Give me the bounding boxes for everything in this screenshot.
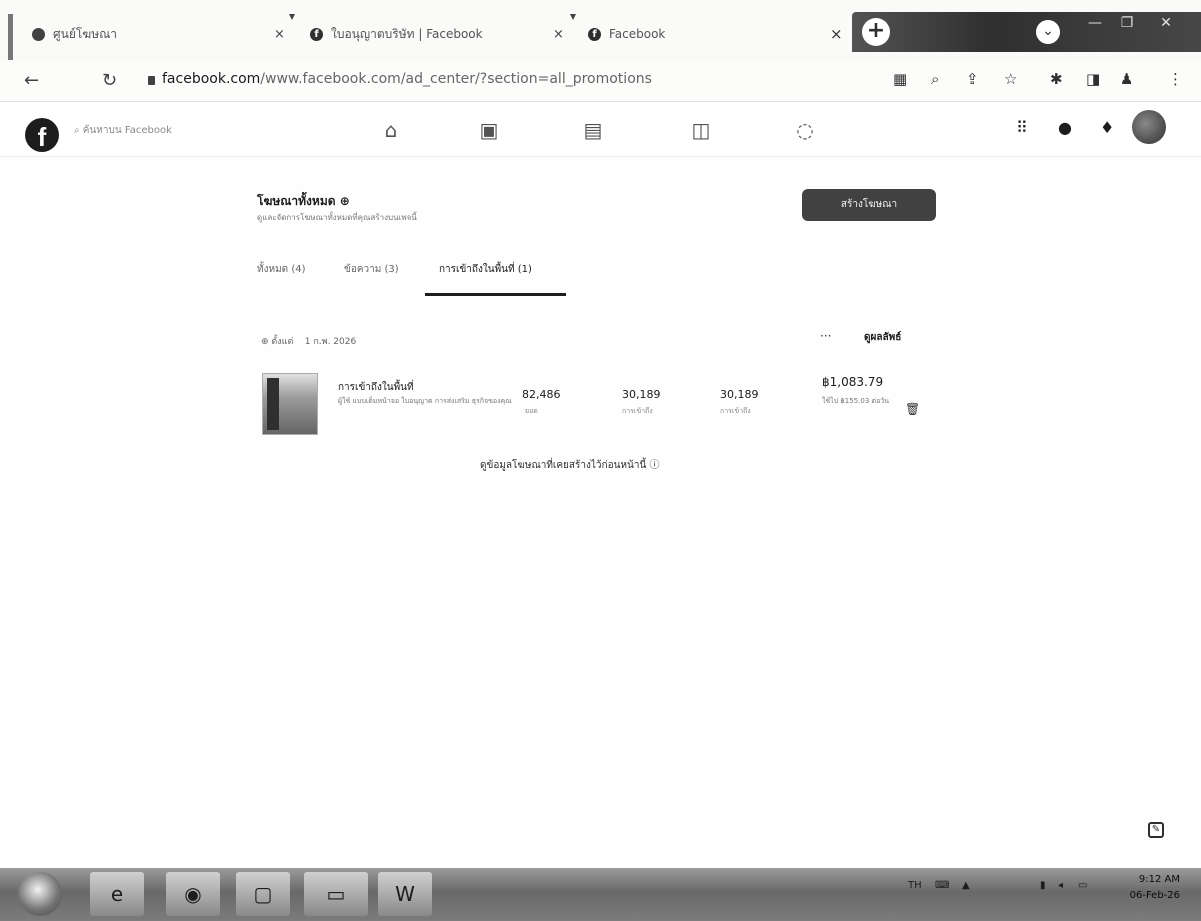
word-icon[interactable]: W: [378, 872, 432, 916]
file-explorer-icon[interactable]: ▭: [304, 872, 368, 916]
filter-date: 1 ก.พ. 2026: [304, 337, 357, 347]
minimize-button[interactable]: —: [1080, 12, 1110, 34]
close-tab-icon[interactable]: ×: [553, 27, 564, 42]
metric-label: ยอด: [525, 407, 538, 415]
chrome-icon[interactable]: ◉: [166, 872, 220, 916]
app-icon[interactable]: ▢: [236, 872, 290, 916]
share-icon[interactable]: ⇪: [966, 70, 979, 88]
metric-label: การเข้าถึง: [720, 407, 751, 415]
notifications-bell-icon[interactable]: ♦: [1100, 118, 1114, 137]
ad-thumbnail[interactable]: [262, 373, 318, 435]
marketplace-icon[interactable]: ▤: [578, 116, 608, 144]
close-tab-icon[interactable]: ×: [274, 27, 285, 42]
video-icon[interactable]: ▣: [474, 116, 504, 144]
maximize-button[interactable]: ❐: [1112, 12, 1142, 34]
screen: ศูนย์โฆษณา × f ใบอนุญาตบริษัท | Facebook…: [0, 0, 1201, 921]
page-subtitle: ดูและจัดการโฆษณาทั้งหมดที่คุณสร้างบนเพจน…: [257, 213, 417, 222]
tab-messages[interactable]: ข้อความ (3): [344, 262, 399, 277]
system-clock[interactable]: 9:12 AM 06-Feb-26: [1120, 872, 1180, 904]
tab-title: ใบอนุญาตบริษัท | Facebook: [331, 26, 483, 41]
delete-icon[interactable]: 🗑: [905, 402, 920, 416]
tab-search-button[interactable]: ⌄: [1036, 20, 1060, 44]
facebook-search-input[interactable]: ⌕ ค้นหาบน Facebook: [74, 120, 224, 142]
metric-value: 82,486: [522, 388, 561, 401]
translate-icon[interactable]: ▦: [893, 70, 907, 88]
close-window-button[interactable]: ✕: [1146, 12, 1186, 34]
start-button[interactable]: [18, 872, 62, 916]
show-hidden-icons-icon[interactable]: ▲: [962, 880, 970, 891]
browser-tab-2[interactable]: f ใบอนุญาตบริษัท | Facebook: [310, 16, 550, 52]
profile-icon[interactable]: ♟: [1120, 70, 1133, 88]
zoom-icon[interactable]: ⌕: [931, 70, 939, 88]
clock-time: 9:12 AM: [1138, 874, 1180, 885]
ad-description: ผู้ใช้ แบบเต็มหน้าจอ ใบอนุญาต การส่งเสริ…: [338, 397, 512, 405]
facebook-logo-icon[interactable]: f: [25, 118, 59, 152]
action-center-icon[interactable]: ▭: [1078, 880, 1087, 891]
messenger-icon[interactable]: ●: [1058, 118, 1072, 137]
compose-message-icon[interactable]: ✎: [1148, 822, 1164, 838]
date-filter[interactable]: ⊕ ตั้งแต่ 1 ก.พ. 2026: [261, 334, 356, 348]
url-field[interactable]: facebook.com/www.facebook.com/ad_center/…: [162, 71, 652, 87]
browser-tab-1[interactable]: ศูนย์โฆษณา: [32, 16, 282, 52]
ad-title[interactable]: การเข้าถึงในพื้นที่: [338, 380, 414, 395]
menu-grid-icon[interactable]: ⠿: [1016, 118, 1028, 137]
ad-spend-amount: ฿1,083.79: [822, 375, 884, 389]
internet-explorer-icon[interactable]: e: [90, 872, 144, 916]
bookmark-star-icon[interactable]: ☆: [1004, 70, 1017, 88]
menu-kebab-icon[interactable]: ⋮: [1168, 70, 1183, 88]
url-path: /www.facebook.com/ad_center/?section=all…: [260, 71, 652, 87]
tab-divider-icon: [289, 14, 295, 20]
new-tab-button[interactable]: +: [862, 18, 890, 46]
reload-icon[interactable]: ↻: [102, 70, 117, 91]
metric-value: 30,189: [720, 388, 759, 401]
network-icon[interactable]: ▮: [1040, 880, 1046, 891]
more-options-button[interactable]: ···: [820, 329, 831, 343]
clock-date: 06-Feb-26: [1129, 890, 1180, 901]
settings-favicon-icon: [32, 27, 45, 41]
ad-spend-detail: ใช้ไป ฿155.03 ต่อวัน: [822, 397, 889, 405]
tab-divider-icon: [570, 14, 576, 20]
page-title: โฆษณาทั้งหมด ⊕: [257, 194, 350, 208]
close-tab-icon[interactable]: ×: [830, 25, 843, 43]
create-ad-button[interactable]: สร้างโฆษณา: [802, 189, 936, 221]
side-panel-icon[interactable]: ◨: [1086, 70, 1100, 88]
url-domain: facebook.com: [162, 71, 261, 87]
metric-label: การเข้าถึง: [622, 407, 653, 415]
language-indicator[interactable]: TH: [908, 880, 922, 891]
tab-local-reach[interactable]: การเข้าถึงในพื้นที่ (1): [439, 262, 532, 277]
search-placeholder: ค้นหาบน Facebook: [82, 125, 172, 136]
groups-icon[interactable]: ◫: [686, 116, 716, 144]
filter-label: ⊕ ตั้งแต่: [261, 337, 294, 347]
gaming-icon[interactable]: ◌: [790, 116, 820, 144]
facebook-favicon-icon: f: [310, 27, 323, 41]
tab-title: Facebook: [609, 27, 666, 41]
previous-ads-link[interactable]: ดูข้อมูลโฆษณาที่เคยสร้างไว้ก่อนหน้านี้ ⓘ: [480, 456, 659, 473]
window-edge: [8, 14, 13, 60]
back-arrow-icon[interactable]: ←: [24, 70, 39, 91]
tab-all[interactable]: ทั้งหมด (4): [257, 262, 306, 277]
avatar[interactable]: [1132, 110, 1166, 144]
tab-title: ศูนย์โฆษณา: [53, 26, 117, 41]
facebook-favicon-icon: f: [588, 27, 601, 41]
active-tab-indicator: [425, 293, 566, 296]
extensions-icon[interactable]: ✱: [1050, 70, 1063, 88]
keyboard-icon[interactable]: ⌨: [935, 880, 949, 891]
browser-tab-3[interactable]: f Facebook: [588, 16, 828, 52]
volume-icon[interactable]: ◂: [1058, 880, 1063, 891]
see-results-link[interactable]: ดูผลลัพธ์: [864, 330, 901, 345]
metric-value: 30,189: [622, 388, 661, 401]
home-icon[interactable]: ⌂: [376, 116, 406, 144]
lock-icon[interactable]: [148, 76, 155, 85]
